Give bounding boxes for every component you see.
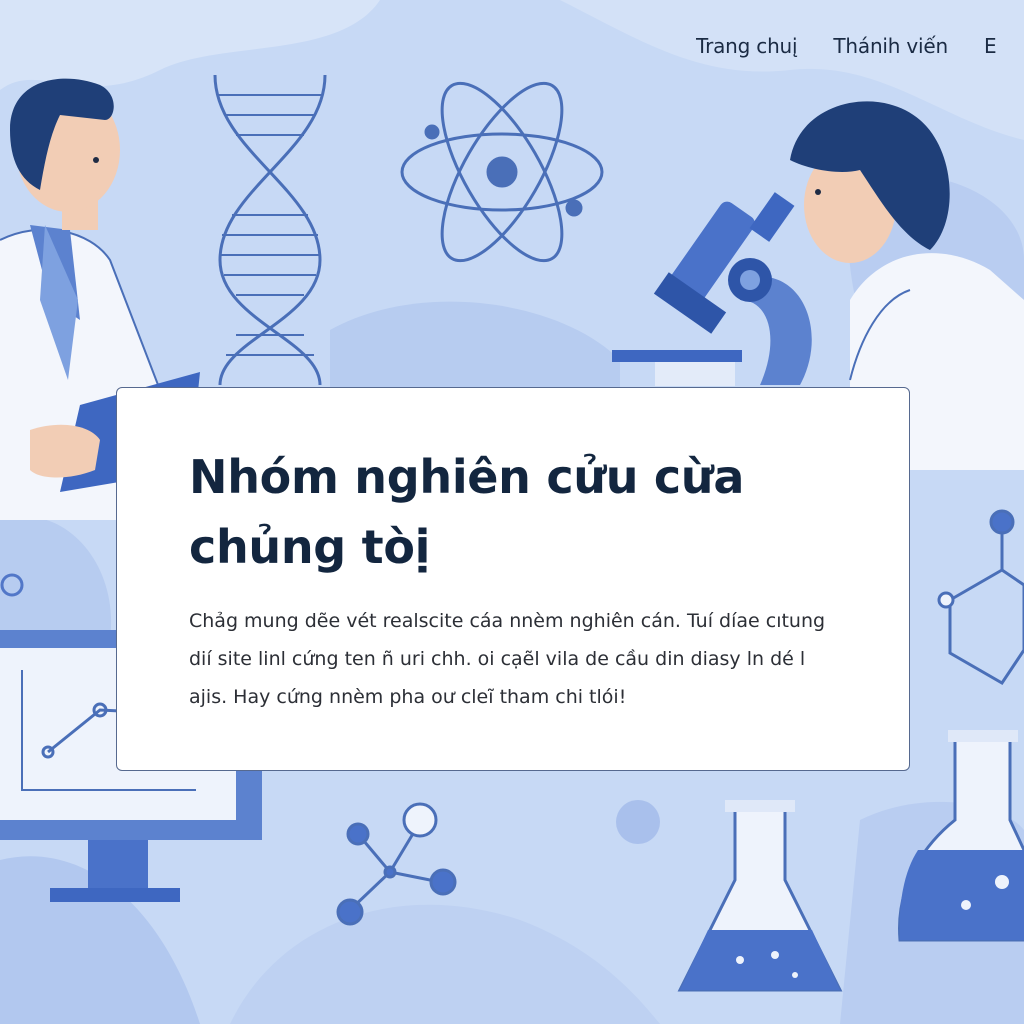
intro-text: Chảg mung dẽe vét realscite cáa nnèm ngh… [189,610,826,708]
intro-card: Nhóm nghiên cửu cừa chủng tòị Chảg mung … [116,387,910,771]
microscope-icon [612,192,812,386]
flask-icon [677,800,843,992]
atom-icon [400,81,604,263]
hexagon-molecule-icon [937,509,1024,686]
landing-page: Trang chuį Thánih viến E Nhóm nghiên cửu… [0,0,1024,1024]
page-title: Nhóm nghiên cửu cừa chủng tòị [189,450,745,574]
nav-link-home[interactable]: Trang chuį [696,34,798,64]
nav-link-members[interactable]: Thánih viến [833,34,948,64]
main-nav: Trang chuį Thánih viến E [696,34,1024,64]
nav-link-more[interactable]: E [984,34,997,64]
dna-icon [213,74,327,386]
